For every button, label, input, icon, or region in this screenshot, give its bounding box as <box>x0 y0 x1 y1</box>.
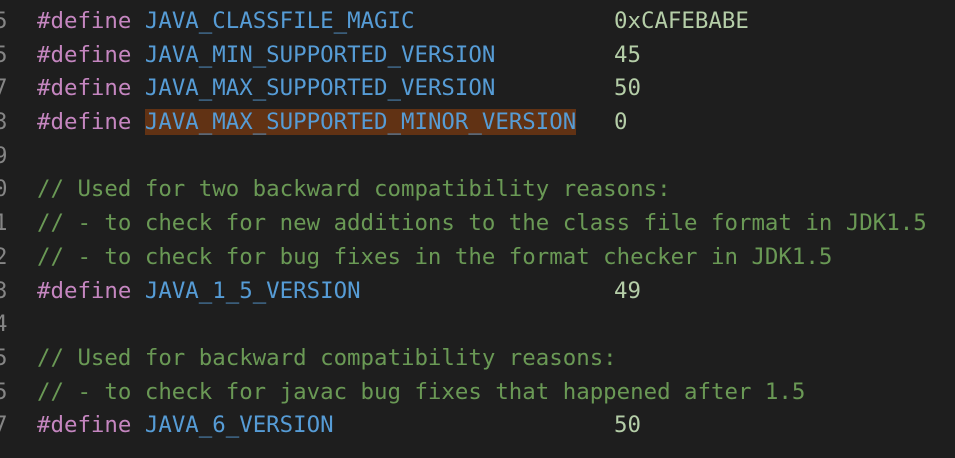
macro-value: 50 <box>614 75 641 102</box>
macro-value: 0 <box>614 109 628 136</box>
code-line[interactable]: 4 <box>0 308 955 342</box>
preprocessor-keyword: #define <box>37 277 132 304</box>
macro-value: 49 <box>614 277 641 304</box>
code-line[interactable]: 7 #define JAVA_6_VERSION 50 <box>0 409 955 443</box>
preprocessor-keyword: #define <box>37 8 132 34</box>
line-number: 7 <box>0 412 8 439</box>
code-line[interactable]: 1 // - to check for new additions to the … <box>0 207 955 241</box>
define-statement: #define JAVA_1_5_VERSION <box>37 275 361 309</box>
define-statement: #define JAVA_MAX_SUPPORTED_MINOR_VERSION <box>37 106 577 140</box>
define-statement: #define JAVA_MAX_SUPPORTED_VERSION <box>37 72 495 106</box>
code-comment: // - to check for new additions to the c… <box>37 210 927 237</box>
line-number: 4 <box>0 311 8 338</box>
macro-value: 50 <box>614 412 641 439</box>
line-number: 5 <box>0 344 8 371</box>
line-number: 1 <box>0 210 8 237</box>
code-comment: // - to check for javac bug fixes that h… <box>37 378 806 405</box>
code-editor[interactable]: 5 #define JAVA_CLASSFILE_MAGIC 0xCAFEBABE 5… <box>0 0 955 458</box>
code-line[interactable]: 9 <box>0 140 955 174</box>
define-statement: #define JAVA_MIN_SUPPORTED_VERSION <box>37 39 495 73</box>
preprocessor-keyword: #define <box>37 75 132 102</box>
preprocessor-keyword: #define <box>37 412 132 439</box>
line-number: 9 <box>0 142 8 169</box>
line-number: 3 <box>0 277 8 304</box>
define-statement: #define JAVA_6_VERSION <box>37 409 334 443</box>
macro-name[interactable]: JAVA_MIN_SUPPORTED_VERSION <box>145 42 496 68</box>
code-comment: // Used for backward compatibility reaso… <box>37 344 617 371</box>
macro-name[interactable]: JAVA_CLASSFILE_MAGIC <box>145 8 415 34</box>
macro-value: 0xCAFEBABE <box>614 8 749 34</box>
macro-name[interactable]: JAVA_1_5_VERSION <box>145 278 361 304</box>
code-line[interactable]: 5 // Used for backward compatibility reas… <box>0 342 955 376</box>
line-number: 5 <box>0 378 8 405</box>
code-line[interactable]: 7 #define JAVA_MAX_SUPPORTED_VERSION 50 <box>0 72 955 106</box>
define-statement: #define JAVA_CLASSFILE_MAGIC <box>37 5 414 39</box>
line-number: 3 <box>0 109 8 136</box>
code-line[interactable]: 5 #define JAVA_CLASSFILE_MAGIC 0xCAFEBABE <box>0 5 955 39</box>
line-number: 0 <box>0 176 8 203</box>
code-line[interactable]: 5 #define JAVA_MIN_SUPPORTED_VERSION 45 <box>0 39 955 73</box>
code-comment: // Used for two backward compatibility r… <box>37 176 671 203</box>
code-line[interactable]: 0 // Used for two backward compatibility … <box>0 173 955 207</box>
line-number: 2 <box>0 243 8 270</box>
preprocessor-keyword: #define <box>37 41 132 68</box>
macro-value: 45 <box>614 41 641 68</box>
macro-name[interactable]: JAVA_MAX_SUPPORTED_VERSION <box>145 75 496 101</box>
code-line[interactable]: 3 #define JAVA_MAX_SUPPORTED_MINOR_VERSIO… <box>0 106 955 140</box>
code-lines: 5 #define JAVA_CLASSFILE_MAGIC 0xCAFEBABE 5… <box>0 5 955 443</box>
preprocessor-keyword: #define <box>37 109 132 136</box>
code-line[interactable]: 3 #define JAVA_1_5_VERSION 49 <box>0 275 955 309</box>
macro-name[interactable]: JAVA_6_VERSION <box>145 412 334 438</box>
macro-name-highlighted[interactable]: JAVA_MAX_SUPPORTED_MINOR_VERSION <box>144 109 577 136</box>
line-number: 7 <box>0 75 8 102</box>
code-line[interactable]: 5 // - to check for javac bug fixes that … <box>0 376 955 410</box>
line-number: 5 <box>0 41 8 68</box>
line-number: 5 <box>0 8 8 34</box>
code-comment: // - to check for bug fixes in the forma… <box>37 243 833 270</box>
code-line[interactable]: 2 // - to check for bug fixes in the form… <box>0 241 955 275</box>
